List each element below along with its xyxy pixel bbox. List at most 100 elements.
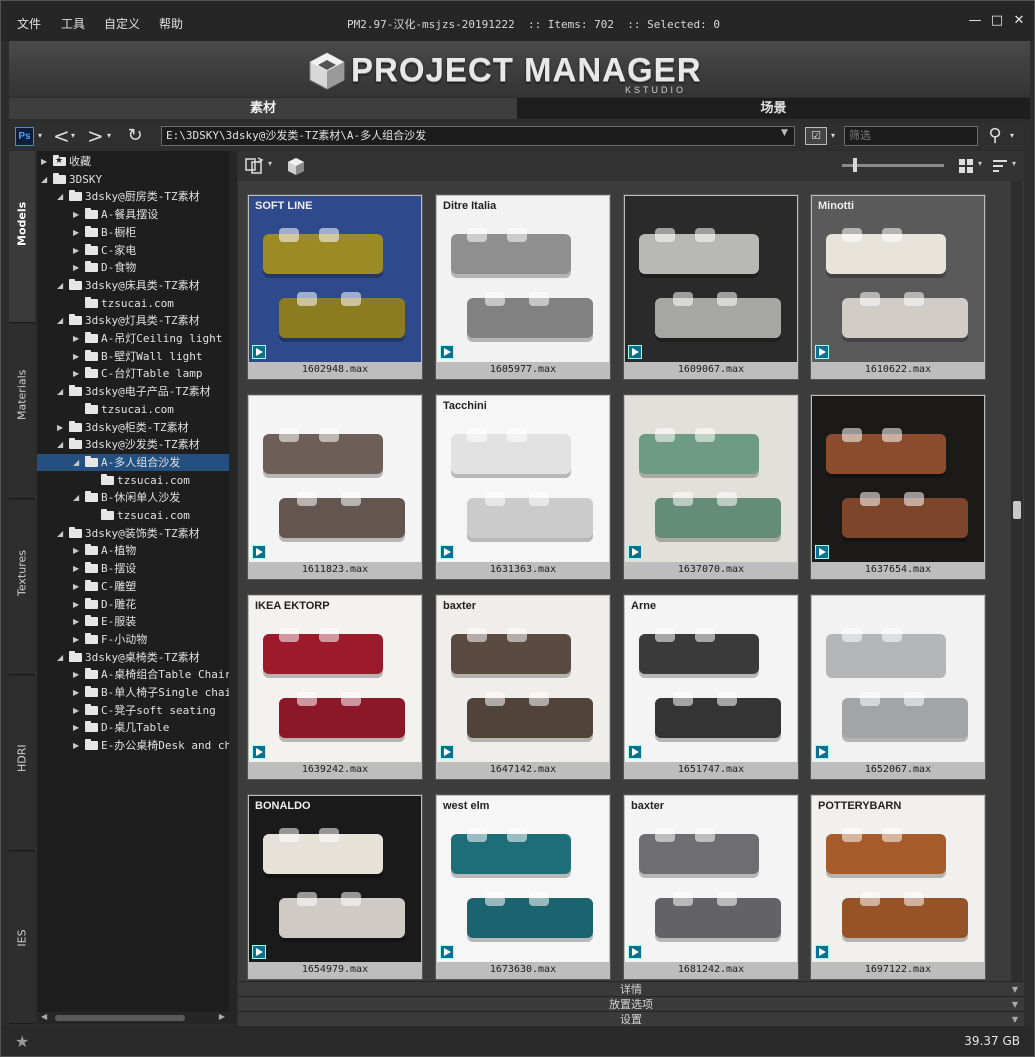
chevron-down-icon[interactable]: ▾ [1012, 159, 1016, 168]
expand-arrow-icon[interactable]: ▶ [73, 330, 83, 347]
collapse-arrow-icon[interactable]: ◢ [57, 383, 67, 400]
chevron-down-icon[interactable]: ▾ [268, 159, 272, 168]
content-vertical-scrollbar[interactable] [1011, 181, 1023, 981]
path-input[interactable]: E:\3DSKY\3dsky@沙发类-TZ素材\A-多人组合沙发 [161, 126, 795, 146]
asset-thumbnail-card[interactable]: 1637070.max [623, 394, 799, 580]
expand-arrow-icon[interactable]: ▶ [73, 242, 83, 259]
chevron-down-icon[interactable]: ▾ [69, 126, 77, 146]
expand-arrow-icon[interactable]: ▶ [73, 224, 83, 241]
tree-folder-item[interactable]: ▶ A-吊灯Ceiling light [37, 330, 229, 347]
tree-folder-item[interactable]: ▶ E-办公桌椅Desk and chair [37, 737, 229, 754]
tree-folder-item[interactable]: ▶ ★ 收藏 [37, 153, 229, 170]
back-button[interactable]: < [53, 126, 70, 146]
asset-thumbnail-card[interactable]: Tacchini 1631363.max [435, 394, 611, 580]
expand-arrow-icon[interactable]: ▶ [73, 702, 83, 719]
tree-folder-item[interactable]: ◢ 3dsky@沙发类-TZ素材 [37, 436, 229, 453]
collapse-arrow-icon[interactable]: ◢ [57, 649, 67, 666]
scrollbar-thumb[interactable] [55, 1015, 185, 1021]
side-tab-ies[interactable]: IES [9, 852, 35, 1024]
asset-thumbnail-card[interactable]: Arne 1651747.max [623, 594, 799, 780]
collapse-arrow-icon[interactable]: ◢ [57, 188, 67, 205]
tree-folder-item[interactable]: ◢ 3dsky@电子产品-TZ素材 [37, 383, 229, 400]
tree-folder-item[interactable]: ▶ B-摆设 [37, 560, 229, 577]
scroll-right-icon[interactable]: ▶ [219, 1012, 225, 1021]
settings-panel-header[interactable]: 设置 ▼ [238, 1011, 1024, 1026]
expand-arrow-icon[interactable]: ▶ [73, 542, 83, 559]
chevron-down-icon[interactable]: ▾ [1008, 126, 1016, 146]
placement-panel-header[interactable]: 放置选项 ▼ [238, 996, 1024, 1011]
expand-arrow-icon[interactable]: ▶ [73, 259, 83, 276]
box-icon[interactable] [286, 156, 306, 176]
collapse-arrow-icon[interactable]: ◢ [57, 525, 67, 542]
asset-thumbnail-card[interactable]: 1637654.max [810, 394, 986, 580]
expand-arrow-icon[interactable]: ▶ [73, 206, 83, 223]
sync-icon[interactable] [244, 156, 266, 176]
forward-button[interactable]: > [87, 126, 104, 146]
tree-vertical-scrollbar[interactable] [229, 151, 237, 1024]
asset-thumbnail-card[interactable]: baxter 1647142.max [435, 594, 611, 780]
folder-tree[interactable]: ▶ ★ 收藏 ◢ 3DSKY ◢ 3dsky@厨房类-TZ素材 ▶ A-餐具摆设 ▶ B-橱柜 ▶ C-… [37, 151, 229, 1024]
collapse-arrow-icon[interactable]: ◢ [57, 312, 67, 329]
tab-scenes[interactable]: 场景 [517, 98, 1030, 119]
tree-leaf-item[interactable]: tzsucai.com [37, 295, 229, 312]
expand-arrow-icon[interactable]: ▶ [41, 153, 51, 170]
menu-customize[interactable]: 自定义 [104, 15, 140, 32]
tree-folder-item[interactable]: ▶ C-凳子soft seating [37, 702, 229, 719]
chevron-down-icon[interactable]: ▾ [978, 159, 982, 168]
tree-folder-item[interactable]: ▶ D-雕花 [37, 596, 229, 613]
expand-arrow-icon[interactable]: ▶ [73, 348, 83, 365]
tree-folder-item[interactable]: ◢ 3dsky@床具类-TZ素材 [37, 277, 229, 294]
details-panel-header[interactable]: 详情 ▼ [238, 981, 1024, 996]
sort-icon[interactable] [992, 158, 1008, 174]
side-tab-materials[interactable]: Materials [9, 324, 35, 499]
zoom-slider[interactable] [842, 164, 944, 167]
chevron-down-icon[interactable]: ▾ [36, 126, 44, 146]
maximize-button[interactable]: □ [989, 13, 1005, 29]
side-tab-models[interactable]: Models [9, 151, 35, 323]
menu-tools[interactable]: 工具 [61, 15, 85, 32]
scrollbar-thumb[interactable] [1013, 501, 1021, 519]
asset-thumbnail-card[interactable]: BONALDO 1654979.max [247, 794, 423, 980]
zoom-slider-handle[interactable] [853, 158, 857, 172]
tree-folder-item[interactable]: ▶ D-食物 [37, 259, 229, 276]
expand-arrow-icon[interactable]: ▶ [73, 737, 83, 754]
photoshop-icon[interactable]: Ps [15, 127, 34, 146]
expand-arrow-icon[interactable]: ▶ [73, 560, 83, 577]
tree-folder-item[interactable]: ▶ A-植物 [37, 542, 229, 559]
tree-folder-item[interactable]: ▶ D-桌几Table [37, 719, 229, 736]
tree-folder-item[interactable]: ▶ F-小动物 [37, 631, 229, 648]
tree-folder-item[interactable]: ◢ A-多人组合沙发 [37, 453, 229, 471]
tree-folder-item[interactable]: ▶ 3dsky@柜类-TZ素材 [37, 419, 229, 436]
collapse-arrow-icon[interactable]: ◢ [57, 436, 67, 453]
asset-thumbnail-card[interactable]: 1609067.max [623, 194, 799, 380]
menu-help[interactable]: 帮助 [159, 15, 183, 32]
collapse-arrow-icon[interactable]: ◢ [73, 489, 83, 506]
chevron-down-icon[interactable]: ▼ [781, 128, 788, 138]
tree-folder-item[interactable]: ◢ 3dsky@桌椅类-TZ素材 [37, 649, 229, 666]
tree-leaf-item[interactable]: tzsucai.com [37, 401, 229, 418]
tree-folder-item[interactable]: ▶ B-壁灯Wall light [37, 348, 229, 365]
expand-arrow-icon[interactable]: ▶ [73, 719, 83, 736]
asset-thumbnail-card[interactable]: baxter 1681242.max [623, 794, 799, 980]
filter-input[interactable]: 筛选 [844, 126, 978, 146]
tree-horizontal-scrollbar[interactable]: ◀ ▶ [37, 1012, 229, 1024]
tree-folder-item[interactable]: ◢ 3dsky@装饰类-TZ素材 [37, 525, 229, 542]
tree-folder-item[interactable]: ◢ 3dsky@灯具类-TZ素材 [37, 312, 229, 329]
checklist-icon[interactable]: ☑ [805, 127, 827, 145]
tree-folder-item[interactable]: ▶ C-雕塑 [37, 578, 229, 595]
expand-arrow-icon[interactable]: ▶ [73, 596, 83, 613]
expand-arrow-icon[interactable]: ▶ [73, 578, 83, 595]
chevron-down-icon[interactable]: ▾ [105, 126, 113, 146]
tree-folder-item[interactable]: ◢ 3dsky@厨房类-TZ素材 [37, 188, 229, 205]
expand-arrow-icon[interactable]: ▶ [73, 631, 83, 648]
refresh-button[interactable]: ↻ [125, 126, 145, 146]
asset-thumbnail-card[interactable]: IKEA EKTORP 1639242.max [247, 594, 423, 780]
collapse-arrow-icon[interactable]: ◢ [57, 277, 67, 294]
tree-folder-item[interactable]: ▶ B-单人椅子Single chair [37, 684, 229, 701]
asset-thumbnail-card[interactable]: SOFT LINE 1602948.max [247, 194, 423, 380]
tree-leaf-item[interactable]: tzsucai.com [37, 472, 229, 489]
search-button[interactable]: ⚲ [985, 126, 1005, 146]
asset-thumbnail-card[interactable]: 1652067.max [810, 594, 986, 780]
tab-assets[interactable]: 素材 [9, 98, 517, 119]
close-button[interactable]: ✕ [1011, 13, 1027, 29]
